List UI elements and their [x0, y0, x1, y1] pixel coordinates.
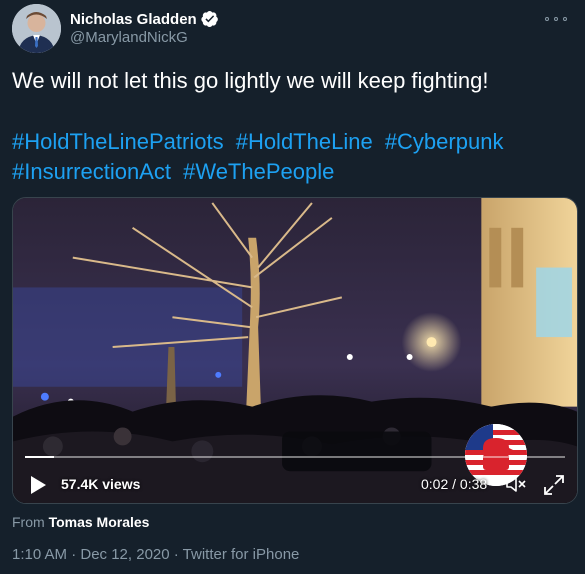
video-source: From Tomas Morales	[12, 514, 149, 530]
hashtag-link[interactable]: #HoldTheLinePatriots	[12, 129, 224, 154]
expand-icon[interactable]	[543, 474, 565, 496]
tweet-header: Nicholas Gladden @MarylandNickG	[12, 4, 573, 54]
view-count: 57.4K views	[61, 476, 141, 492]
avatar[interactable]	[12, 4, 61, 53]
verified-badge-icon	[201, 10, 218, 28]
video-progress-fill	[25, 456, 54, 458]
author-name[interactable]: Nicholas Gladden	[70, 11, 197, 28]
hashtag-link[interactable]: #HoldTheLine	[236, 129, 373, 154]
author-name-row: Nicholas Gladden	[70, 10, 219, 28]
volume-muted-icon[interactable]	[505, 474, 527, 494]
hashtag-list: #HoldTheLinePatriots #HoldTheLine #Cyber…	[12, 127, 572, 187]
video-player[interactable]: 57.4K views 0:02 / 0:38	[12, 197, 578, 504]
hashtag-link[interactable]: #WeThePeople	[183, 159, 334, 184]
play-icon[interactable]	[29, 475, 47, 495]
video-progress-bar[interactable]	[25, 456, 565, 458]
hashtag-link[interactable]: #Cyberpunk	[385, 129, 504, 154]
tweet-text: We will not let this go lightly we will …	[12, 68, 489, 93]
more-options-icon[interactable]	[545, 10, 567, 28]
tweet-timestamp[interactable]: 1:10 AM · Dec 12, 2020 · Twitter for iPh…	[12, 546, 299, 563]
source-prefix: From	[12, 514, 45, 530]
video-time: 0:02 / 0:38	[421, 476, 488, 492]
source-name[interactable]: Tomas Morales	[49, 514, 150, 530]
author-handle[interactable]: @MarylandNickG	[70, 29, 188, 46]
hashtag-link[interactable]: #InsurrectionAct	[12, 159, 171, 184]
